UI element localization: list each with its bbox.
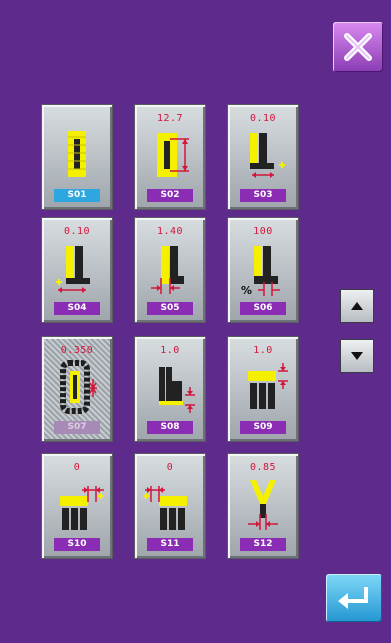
tile-value: 0.350	[60, 345, 94, 356]
offset-corner-icon	[250, 133, 285, 178]
page-down-button[interactable]	[340, 339, 374, 373]
pattern-code: S05	[147, 302, 193, 315]
pattern-tile-s01[interactable]: S01	[41, 104, 113, 210]
down-arrow-icon	[351, 352, 363, 360]
pattern-code: S10	[54, 538, 100, 551]
pattern-code: S12	[240, 538, 286, 551]
pattern-tile-s07[interactable]: 0.350 S07	[41, 336, 113, 442]
pattern-tile-s04[interactable]: 0.10 S04	[41, 217, 113, 323]
pattern-tile-s06[interactable]: 100 % S06	[227, 217, 299, 323]
pattern-code: S04	[54, 302, 100, 315]
close-x-icon	[344, 33, 372, 61]
svg-text:%: %	[241, 284, 252, 297]
tile-value: 1.0	[253, 345, 273, 356]
tile-value: 1.0	[160, 345, 180, 356]
enter-button[interactable]	[326, 574, 382, 622]
tile-value: 12.7	[156, 113, 184, 124]
tile-value: 0.10	[249, 113, 277, 124]
percent-icon: %	[241, 246, 280, 297]
pattern-tile-s05[interactable]: 1.40 S05	[134, 217, 206, 323]
pattern-code: S07	[54, 421, 100, 434]
tile-value: 0.85	[249, 462, 277, 473]
pattern-tile-s03[interactable]: 0.10 S03	[227, 104, 299, 210]
rectangle-stitch-icon	[68, 131, 86, 177]
pattern-tile-s02[interactable]: 12.7 S02	[134, 104, 206, 210]
bar-height-icon	[248, 363, 288, 409]
rectangle-width-icon	[157, 133, 189, 177]
pattern-tile-s10[interactable]: 0 S10	[41, 453, 113, 559]
tile-value: 0.10	[63, 226, 91, 237]
chain-stitch-icon	[60, 360, 97, 414]
bar-left-offset-icon	[143, 486, 187, 530]
pattern-tile-s09[interactable]: 1.0 S09	[227, 336, 299, 442]
pattern-select-screen: S01 12.7 S02 0.10 S03 0.10 S04 1.40 S05 …	[0, 0, 391, 643]
pattern-code: S01	[54, 189, 100, 202]
height-icon	[159, 367, 195, 413]
offset-left-icon	[56, 246, 90, 293]
enter-return-icon	[338, 587, 368, 609]
pattern-code: S06	[240, 302, 286, 315]
tile-value: 0	[73, 462, 81, 473]
pattern-code: S03	[240, 189, 286, 202]
spacing-icon	[151, 246, 184, 294]
pattern-code: S02	[147, 189, 193, 202]
page-up-button[interactable]	[340, 289, 374, 323]
close-button[interactable]	[333, 22, 383, 72]
tile-value: 0	[166, 462, 174, 473]
tile-value: 100	[253, 226, 273, 237]
pattern-tile-s12[interactable]: 0.85 S12	[227, 453, 299, 559]
up-arrow-icon	[351, 302, 363, 310]
pattern-code: S09	[240, 421, 286, 434]
pattern-tile-s11[interactable]: 0 S11	[134, 453, 206, 559]
pattern-code: S11	[147, 538, 193, 551]
y-shape-icon	[248, 480, 278, 530]
pattern-code: S08	[147, 421, 193, 434]
tile-value: 1.40	[156, 226, 184, 237]
pattern-tile-s08[interactable]: 1.0 S08	[134, 336, 206, 442]
bar-right-offset-icon	[60, 486, 104, 530]
